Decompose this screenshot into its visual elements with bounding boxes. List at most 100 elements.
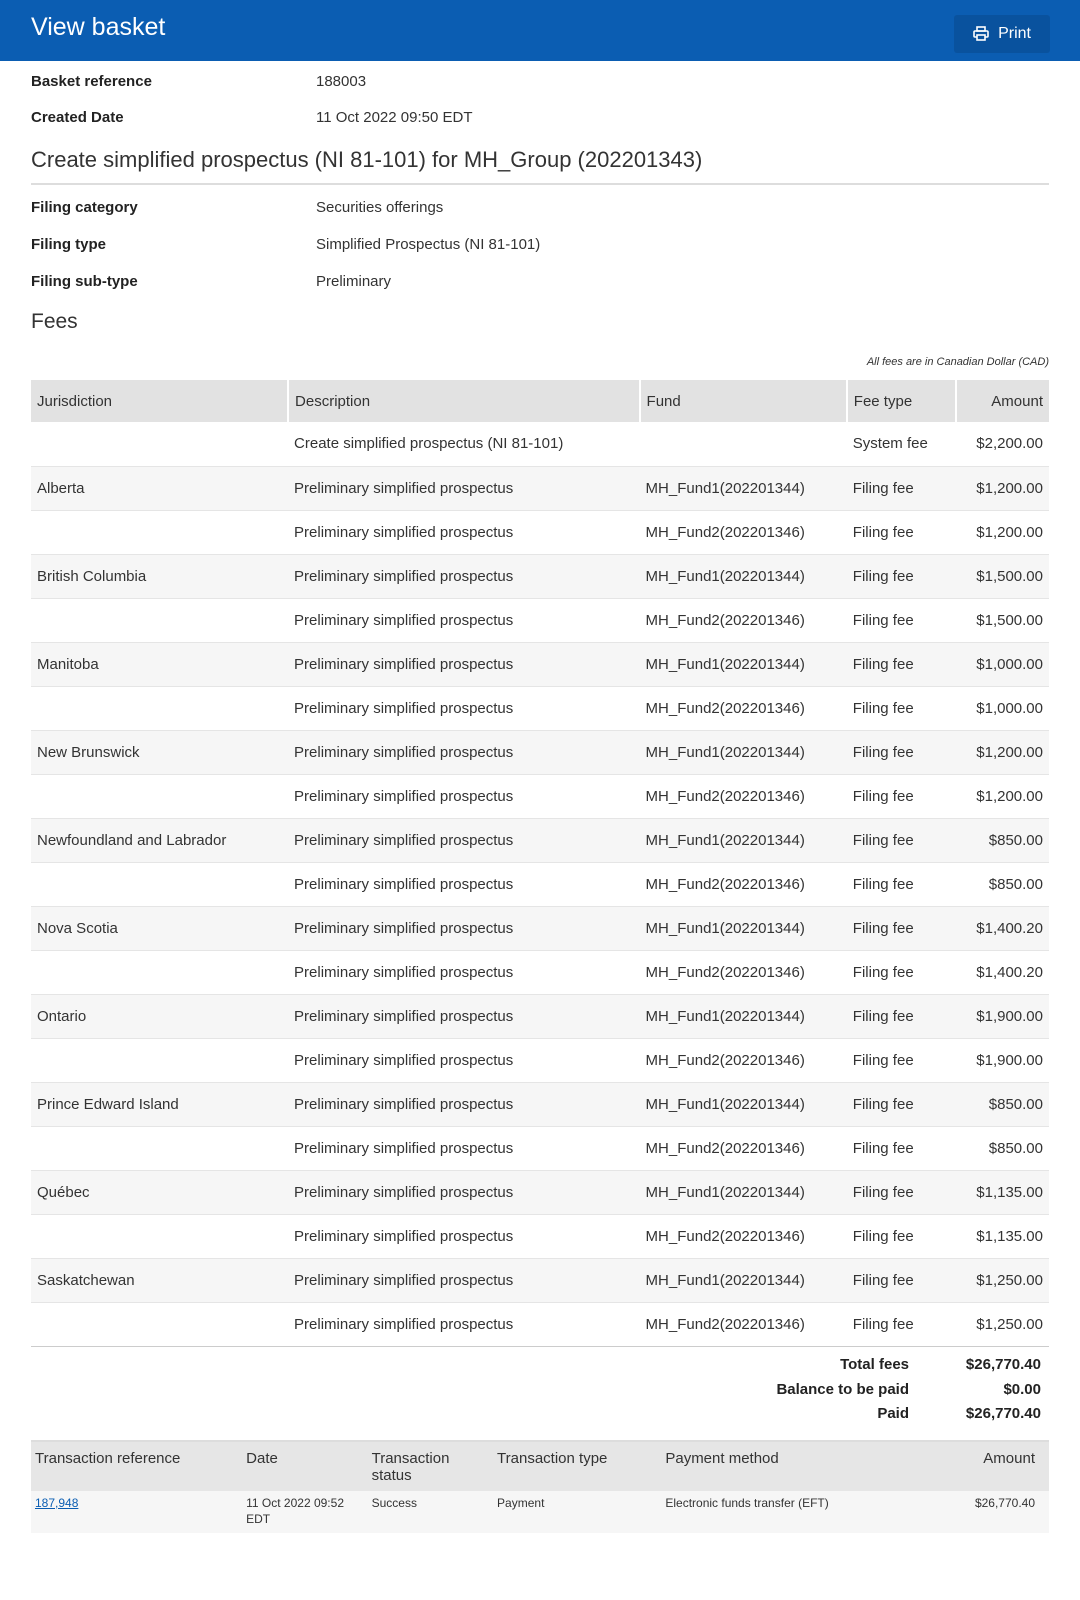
paid-row: Paid $26,770.40 [31,1402,1049,1427]
fee-amount: $1,500.00 [955,553,1049,598]
fee-row: Preliminary simplified prospectus MH_Fund… [31,1301,1049,1347]
fee-description: Create simplified prospectus (NI 81-101) [294,435,564,453]
fees-title: Fees [31,310,78,333]
fee-description: Preliminary simplified prospectus [288,817,640,862]
fee-description: Preliminary simplified prospectus [288,685,640,730]
transaction-type: Payment [493,1491,662,1533]
filing-details: Filing category Securities offerings Fil… [31,185,1049,300]
fee-fund: MH_Fund2(202201346) [639,861,847,906]
col-transaction-reference: Transaction reference [31,1441,243,1491]
filing-category-row: Filing category Securities offerings [31,189,1049,226]
fee-fund: MH_Fund1(202201344) [639,553,847,598]
fee-amount: $1,000.00 [955,641,1049,686]
balance-label: Balance to be paid [776,1380,909,1398]
fee-amount: $1,500.00 [955,597,1049,642]
fee-jurisdiction: Newfoundland and Labrador [31,817,289,862]
print-button[interactable]: Print [954,14,1050,53]
fee-fund: MH_Fund1(202201344) [639,1257,847,1302]
fee-fund: MH_Fund2(202201346) [639,1213,847,1258]
fee-jurisdiction [31,597,289,642]
basket-reference-row: Basket reference 188003 [31,73,1049,99]
fee-amount: $1,200.00 [955,509,1049,554]
main-content: Basket reference 188003 Created Date 11 … [0,61,1080,1533]
col-fee-type: Fee type [846,380,957,422]
fee-jurisdiction [31,509,289,554]
fee-description: Preliminary simplified prospectus [288,553,640,598]
fee-amount: $1,135.00 [955,1169,1049,1214]
fee-type: Filing fee [846,905,956,950]
fee-jurisdiction [31,773,289,818]
print-button-label: Print [998,24,1031,42]
fee-amount: $1,200.00 [955,465,1049,510]
fee-fund: MH_Fund1(202201344) [639,641,847,686]
fee-row: Newfoundland and Labrador Preliminary sim… [31,817,1049,862]
fee-row: Preliminary simplified prospectus MH_Fund… [31,861,1049,906]
fee-row: Prince Edward Island Preliminary simplifi… [31,1081,1049,1126]
fee-description: Preliminary simplified prospectus [288,465,640,510]
col-transaction-status: Transaction status [367,1441,494,1491]
fee-jurisdiction [31,861,289,906]
fee-jurisdiction: British Columbia [31,553,289,598]
fee-type: Filing fee [846,597,956,642]
paid-value: $26,770.40 [965,1405,1041,1423]
fee-type: Filing fee [846,773,956,818]
fee-fund: MH_Fund2(202201346) [639,509,847,554]
fee-fund: MH_Fund1(202201344) [639,817,847,862]
fee-fund: MH_Fund2(202201346) [639,949,847,994]
fee-row: Preliminary simplified prospectus MH_Fund… [31,685,1049,730]
fee-amount: $850.00 [955,1081,1049,1126]
fee-fund: MH_Fund2(202201346) [639,597,847,642]
fee-amount: $850.00 [955,861,1049,906]
filing-subtype-row: Filing sub-type Preliminary [31,263,1049,300]
filing-subtype-value: Preliminary [316,273,392,290]
transaction-status: Success [367,1491,494,1533]
payment-method: Electronic funds transfer (EFT) [661,1491,896,1533]
fee-jurisdiction [31,422,288,466]
fees-header-row: Jurisdiction Description Fund Fee type A… [31,380,1049,422]
fee-description: Preliminary simplified prospectus [288,1081,640,1126]
col-fund: Fund [639,380,848,422]
fee-jurisdiction [31,949,289,994]
fee-jurisdiction: Nova Scotia [31,905,289,950]
fee-row: Québec Preliminary simplified prospectus M… [31,1169,1049,1214]
fee-fund: MH_Fund1(202201344) [639,729,847,774]
fee-fund: MH_Fund2(202201346) [639,1301,847,1347]
fee-type: Filing fee [846,1081,956,1126]
created-date-row: Created Date 11 Oct 2022 09:50 EDT [31,99,1049,136]
fee-type: Filing fee [846,1169,956,1214]
fee-row: Preliminary simplified prospectus MH_Fund… [31,1125,1049,1170]
fee-description: Preliminary simplified prospectus [288,993,640,1038]
fee-amount: $850.00 [955,817,1049,862]
total-fees-value: $26,770.40 [965,1356,1041,1374]
fee-type: Filing fee [846,641,956,686]
fee-description: Preliminary simplified prospectus [288,1213,640,1258]
currency-note: All fees are in Canadian Dollar (CAD) [866,356,1049,368]
fee-fund: MH_Fund1(202201344) [639,465,847,510]
fee-amount: $1,200.00 [955,729,1049,774]
fee-description: Preliminary simplified prospectus [288,1257,640,1302]
transactions-table: Transaction reference Date Transaction s… [31,1440,1049,1533]
fee-fund: MH_Fund1(202201344) [639,1081,847,1126]
fee-description: Preliminary simplified prospectus [288,509,640,554]
filing-category-value: Securities offerings [316,199,444,216]
filing-subtype-label: Filing sub-type [31,273,138,290]
col-amount: Amount [955,380,1049,422]
filing-type-label: Filing type [31,236,106,253]
fee-type: System fee [852,435,928,453]
fee-type: Filing fee [846,1037,956,1082]
basket-reference-value: 188003 [316,73,367,90]
fee-type: Filing fee [846,729,956,774]
fee-fund: MH_Fund1(202201344) [639,993,847,1038]
filing-category-label: Filing category [31,199,138,216]
created-date-label: Created Date [31,109,124,126]
fee-type: Filing fee [846,1301,956,1347]
fee-jurisdiction [31,1213,289,1258]
transaction-reference-link[interactable]: 187,948 [35,1496,78,1510]
fee-amount: $2,200.00 [976,435,1043,453]
fee-jurisdiction: New Brunswick [31,729,289,774]
fee-amount: $850.00 [955,1125,1049,1170]
created-date-value: 11 Oct 2022 09:50 EDT [316,109,473,126]
fee-fund: MH_Fund2(202201346) [639,773,847,818]
fee-amount: $1,135.00 [955,1213,1049,1258]
transaction-amount: $26,770.40 [895,1491,1049,1533]
